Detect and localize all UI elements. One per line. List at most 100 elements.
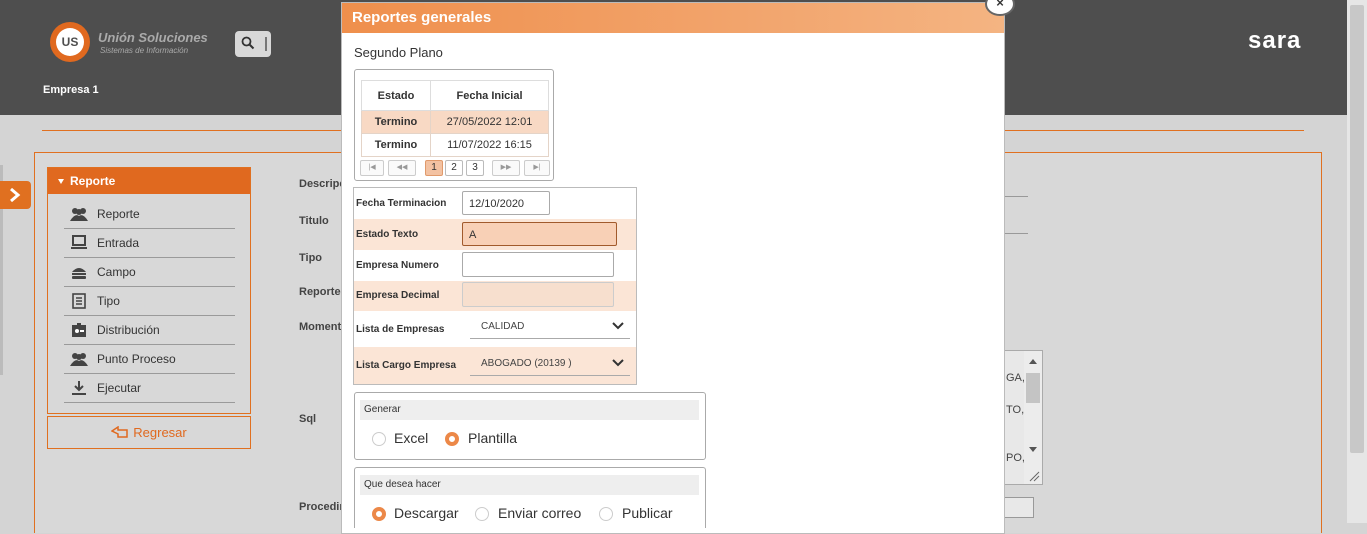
fecha-terminacion-label: Fecha Terminacion [356,198,447,209]
close-icon: × [996,0,1004,10]
sql-text-line: TO, [1006,404,1025,416]
fecha-terminacion-input[interactable]: 12/10/2020 [462,191,550,215]
radio-label-plantilla[interactable]: Plantilla [468,430,517,446]
logo-badge: US [56,28,84,56]
empresa-decimal-label: Empresa Decimal [356,290,440,301]
form-row: Lista Cargo Empresa ABOGADO (20139 ) [354,347,636,384]
modal-title: Reportes generales [342,3,1004,33]
logo-subtitle: Sistemas de Información [100,46,189,55]
select-value: CALIDAD [481,321,525,332]
back-label: Regresar [133,425,187,440]
menu-item-label: Punto Proceso [97,352,176,366]
brand-logo: sara [1248,27,1302,54]
page-button[interactable]: 3 [466,160,484,176]
estado-texto-input[interactable]: A [462,222,617,246]
scroll-up-icon [1029,359,1037,364]
scrollbar-thumb[interactable] [1350,5,1364,453]
report-menu: Reporte Reporte Entrada Campo Tipo Distr… [47,167,251,414]
lista-empresas-select[interactable]: CALIDAD [470,316,630,339]
search-button[interactable] [235,31,271,57]
lista-empresas-label: Lista de Empresas [356,324,445,335]
field-label-titulo: Titulo [299,215,329,227]
field-label-reporte: Reporte [299,286,341,298]
menu-item-distribucion[interactable]: Distribución [64,316,235,345]
menu-item-label: Ejecutar [97,381,142,395]
menu-item-tipo[interactable]: Tipo [64,287,235,316]
form-row: Empresa Decimal [354,281,636,311]
empresa-decimal-input[interactable] [462,282,614,307]
radio-label-publicar[interactable]: Publicar [622,505,673,521]
last-page-button[interactable]: ▶| [524,160,550,176]
sidebar-toggle[interactable] [0,181,31,209]
column-header[interactable]: Estado [361,80,431,111]
page-button[interactable]: 1 [425,160,443,176]
menu-item-label: Campo [97,265,136,279]
generar-title: Generar [360,400,699,420]
column-header[interactable]: Fecha Inicial [430,80,549,111]
menu-item-ejecutar[interactable]: Ejecutar [64,374,235,403]
cell-fecha: 27/05/2022 12:01 [430,110,549,134]
chevron-down-icon [612,322,624,330]
users-icon [70,208,88,221]
search-icon [241,36,255,50]
menu-item-label: Entrada [97,236,140,250]
cell-estado: Termino [361,133,431,157]
chevron-down-icon [612,359,624,367]
radio-label-enviar-correo[interactable]: Enviar correo [498,505,581,521]
menu-item-reporte[interactable]: Reporte [64,200,235,229]
sql-text-line: GA, [1006,372,1025,384]
prev-page-button[interactable]: ◀◀ [388,160,416,176]
accion-group: Que desea hacer Descargar Enviar correo … [354,467,706,528]
resize-grip-icon[interactable] [1028,470,1040,482]
lista-cargo-select[interactable]: ABOGADO (20139 ) [470,353,630,376]
menu-title: Reporte [70,174,116,188]
next-page-button[interactable]: ▶▶ [492,160,520,176]
lista-cargo-label: Lista Cargo Empresa [356,360,457,371]
table-header-row: Estado Fecha Inicial [361,80,549,111]
company-logo: US [50,22,90,62]
sql-text-line: PO, [1006,452,1025,464]
back-button[interactable]: Regresar [47,416,251,449]
caret-down-icon [58,179,64,185]
first-page-button[interactable]: |◀ [360,160,384,176]
scroll-down-icon [1029,447,1037,452]
list-icon [72,293,86,309]
menu-item-entrada[interactable]: Entrada [64,229,235,258]
radio-plantilla[interactable] [445,432,459,446]
form-row: Estado Texto A [354,219,636,250]
radio-descargar[interactable] [372,507,386,521]
form-row: Lista de Empresas CALIDAD [354,311,636,347]
estado-texto-label: Estado Texto [356,229,419,240]
radio-label-descargar[interactable]: Descargar [394,505,459,521]
empresa-numero-input[interactable] [462,252,614,277]
radio-excel[interactable] [372,432,386,446]
table-row[interactable]: Termino 11/07/2022 16:15 [361,133,549,157]
menu-item-campo[interactable]: Campo [64,258,235,287]
cell-estado: Termino [361,110,431,134]
field-underline [1004,196,1028,197]
page-button[interactable]: 2 [445,160,463,176]
radio-enviar-correo[interactable] [475,507,489,521]
page-scrollbar[interactable] [1347,0,1367,523]
menu-header[interactable]: Reporte [48,168,250,194]
burger-icon [72,268,86,279]
modal-subtitle: Segundo Plano [354,45,443,60]
users-icon [70,353,88,366]
monitor-icon [71,235,87,249]
sql-scrollbar[interactable] [1024,351,1042,484]
radio-label-excel[interactable]: Excel [394,430,428,446]
menu-item-label: Reporte [97,207,140,221]
sql-scroll-thumb[interactable] [1026,373,1040,403]
empresa-numero-label: Empresa Numero [356,260,439,271]
field-label-sql: Sql [299,413,317,425]
parameters-form: Fecha Terminacion 12/10/2020 Estado Text… [353,187,637,385]
form-row: Empresa Numero [354,250,636,281]
menu-item-punto-proceso[interactable]: Punto Proceso [64,345,235,374]
search-divider [265,37,267,51]
chevron-right-icon [10,188,21,202]
accion-title: Que desea hacer [360,475,699,495]
back-hand-icon [110,425,129,438]
select-value: ABOGADO (20139 ) [481,358,572,369]
table-row[interactable]: Termino 27/05/2022 12:01 [361,110,549,134]
radio-publicar[interactable] [599,507,613,521]
